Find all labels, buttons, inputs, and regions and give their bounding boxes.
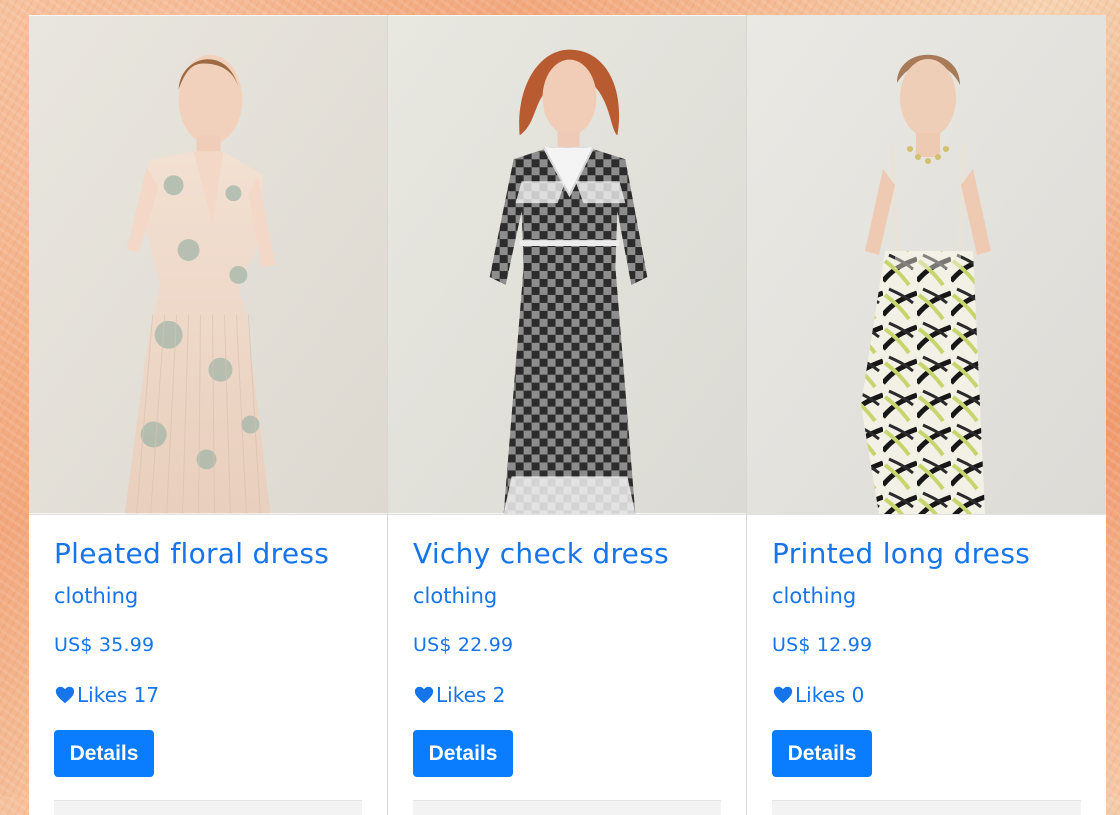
dress-photo-icon (747, 15, 1106, 514)
product-category: clothing (772, 584, 857, 608)
product-image[interactable] (747, 15, 1106, 515)
product-info: Pleated floral dress clothing US$ 35.99 … (29, 515, 387, 815)
likes-row[interactable]: Likes 2 (413, 681, 721, 709)
product-price: US$ 35.99 (54, 634, 155, 656)
product-info: Printed long dress clothing US$ 12.99 Li… (747, 515, 1106, 815)
product-image[interactable] (388, 15, 746, 515)
heart-icon[interactable] (413, 684, 435, 706)
heart-icon[interactable] (54, 684, 76, 706)
dress-photo-icon (388, 15, 746, 514)
likes-text: Likes 2 (436, 683, 506, 707)
product-card: Vichy check dress clothing US$ 22.99 Lik… (388, 15, 747, 815)
product-title[interactable]: Printed long dress (772, 537, 1081, 571)
details-button[interactable]: Details (772, 730, 872, 777)
product-info: Vichy check dress clothing US$ 22.99 Lik… (388, 515, 746, 815)
likes-text: Likes 17 (77, 683, 160, 707)
product-title[interactable]: Pleated floral dress (54, 537, 362, 571)
card-footer-strip (54, 800, 362, 815)
card-footer-strip (772, 800, 1081, 815)
card-footer-strip (413, 800, 721, 815)
product-category: clothing (413, 584, 498, 608)
dress-photo-icon (29, 15, 387, 514)
product-grid: Pleated floral dress clothing US$ 35.99 … (29, 15, 1108, 815)
product-category: clothing (54, 584, 139, 608)
likes-text: Likes 0 (795, 683, 865, 707)
likes-row[interactable]: Likes 0 (772, 681, 1081, 709)
product-price: US$ 22.99 (413, 634, 514, 656)
product-card: Printed long dress clothing US$ 12.99 Li… (747, 15, 1106, 815)
product-title[interactable]: Vichy check dress (413, 537, 721, 571)
product-card: Pleated floral dress clothing US$ 35.99 … (29, 15, 388, 815)
details-button[interactable]: Details (54, 730, 154, 777)
product-price: US$ 12.99 (772, 634, 873, 656)
likes-row[interactable]: Likes 17 (54, 681, 362, 709)
details-button[interactable]: Details (413, 730, 513, 777)
product-image[interactable] (29, 15, 387, 515)
heart-icon[interactable] (772, 684, 794, 706)
